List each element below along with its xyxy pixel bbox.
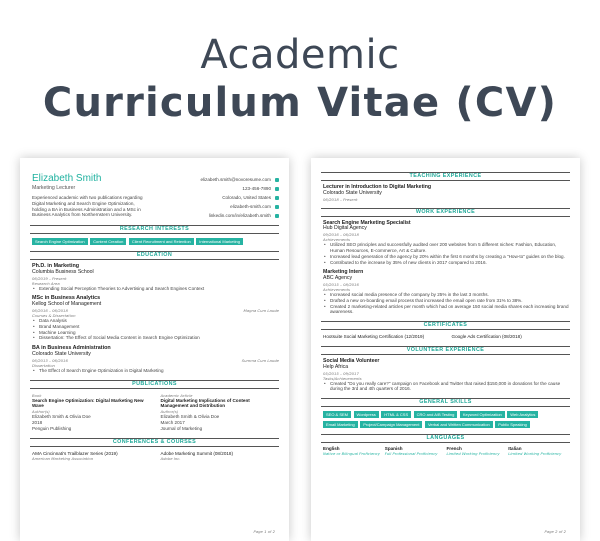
cv-page-1: Elizabeth Smith Marketing Lecturer Exper…	[20, 158, 289, 541]
bullet: Utilized SEO principles and successfully…	[323, 242, 570, 254]
tag: HTML & CSS	[381, 411, 412, 419]
language-item: Italian Limited Working Proficiency	[508, 445, 562, 457]
page-number: Page 1 of 2	[253, 529, 275, 534]
section-research: RESEARCH INTERESTS	[30, 225, 279, 234]
contact-phone[interactable]: 123-456-7890	[169, 184, 279, 193]
language-item: English Native or Bilingual Proficiency	[323, 445, 381, 457]
web-icon	[275, 204, 279, 209]
cv-name: Elizabeth Smith	[32, 173, 102, 184]
section-conferences: CONFERENCES & COURSES	[30, 437, 279, 447]
publication-item: Academic Article Digital Marketing Impli…	[160, 392, 250, 431]
heading-line-2: Curriculum Vitae (CV)	[42, 80, 558, 126]
section-certificates: CERTIFICATES	[321, 321, 570, 331]
page-heading: Academic Curriculum Vitae (CV)	[0, 32, 600, 128]
phone-icon	[275, 186, 279, 191]
contact-email[interactable]: elizabeth.smith@novoresume.com	[169, 175, 279, 184]
tag: Verbal and Written Communication	[424, 420, 493, 428]
tag: CRO and A/B Testing	[413, 411, 458, 419]
tag: Content Creation	[90, 238, 127, 245]
honor: Magna Cum Laude	[243, 307, 279, 313]
volunteer-item: Social Media Volunteer Help Africa 05/20…	[323, 358, 570, 393]
bullet: The Effect of Search Engine Optimization…	[32, 368, 279, 374]
mail-icon	[275, 177, 279, 182]
bullet: Dissertation: The Effect of Social Media…	[32, 335, 279, 341]
section-languages: LANGUAGES	[321, 433, 570, 443]
language-item: Spanish Full Professional Proficiency	[384, 445, 438, 457]
certificate-item: Google Ads Certification (08/2018)	[451, 334, 522, 340]
cv-page-2: TEACHING EXPERIENCE Lecturer in Introduc…	[311, 158, 580, 541]
bullet: Created "Do you really care?" campaign o…	[323, 381, 570, 393]
tag: SEO & SEM	[323, 411, 352, 419]
tag: Public Speaking	[495, 420, 530, 428]
research-tags: Search Engine Optimization Content Creat…	[32, 238, 279, 245]
location-icon	[275, 195, 279, 200]
work-list: Search Engine Marketing Specialist Hub D…	[323, 220, 570, 316]
section-work: WORK EXPERIENCE	[321, 207, 570, 217]
tag: Project/Campaign Management	[360, 420, 423, 428]
section-education: EDUCATION	[30, 251, 279, 260]
certificates-list: Hootsuite Social Marketing Certification…	[323, 334, 570, 340]
section-publications: PUBLICATIONS	[30, 379, 279, 389]
cv-summary: Experienced academic with two publicatio…	[32, 195, 143, 218]
cv-role: Marketing Lecturer	[32, 185, 76, 191]
education-item: BA in Business Administration Colorado S…	[32, 345, 279, 374]
education-item: MSc in Business Analytics Kellog School …	[32, 296, 279, 341]
bullet: Contributed to the increase by 35% of ne…	[323, 260, 570, 266]
tag: Email Marketing	[323, 420, 358, 428]
education-list: Ph.D. in Marketing Columbia Business Sch…	[32, 263, 279, 374]
education-item: Ph.D. in Marketing Columbia Business Sch…	[32, 263, 279, 292]
tag: Web Analytics	[507, 411, 539, 419]
languages-list: English Native or Bilingual Proficiency S…	[323, 446, 570, 457]
teaching-item: Lecturer in Introduction to Digital Mark…	[323, 184, 432, 202]
conference-item: Adobe Marketing Summit (08/2018) Adobe I…	[160, 450, 234, 462]
cv-header: Elizabeth Smith Marketing Lecturer Exper…	[20, 158, 289, 220]
contact-list: elizabeth.smith@novoresume.com 123-456-7…	[169, 175, 279, 220]
tag: Client Recruitment and Retention	[128, 238, 194, 245]
tag: Search Engine Optimization	[32, 238, 88, 245]
tag: Wordpress	[353, 411, 379, 419]
linkedin-icon	[275, 213, 279, 218]
section-skills: GENERAL SKILLS	[321, 398, 570, 408]
page-number: Page 2 of 2	[544, 529, 566, 534]
conference-item: AMA Cincinnati's Trailblazer Series (201…	[32, 450, 118, 462]
section-teaching: TEACHING EXPERIENCE	[321, 172, 570, 181]
certificate-item: Hootsuite Social Marketing Certification…	[323, 334, 425, 340]
contact-location: Colorado, United States	[169, 193, 279, 202]
contact-linkedin[interactable]: linkedin.com/in/elizabeth.smith	[169, 211, 279, 220]
work-item: Marketing Intern ABC Agency 05/2015 – 08…	[323, 270, 570, 315]
publication-item: Book Search Engine Optimization: Digital…	[32, 392, 144, 431]
work-item: Search Engine Marketing Specialist Hub D…	[323, 220, 570, 266]
conferences-list: AMA Cincinnati's Trailblazer Series (201…	[32, 451, 279, 462]
tag: International Marketing	[196, 238, 243, 245]
section-volunteer: VOLUNTEER EXPERIENCE	[321, 345, 570, 355]
skill-tags: SEO & SEM Wordpress HTML & CSS CRO and A…	[323, 411, 570, 428]
tag: Keyword Optimization	[459, 411, 505, 419]
contact-website[interactable]: elizabeth-smith.com	[169, 202, 279, 211]
publications-list: Book Search Engine Optimization: Digital…	[32, 393, 279, 432]
bullet: Created 2 marketing-related articles per…	[323, 304, 570, 316]
bullet: Extending Social Perception Theories to …	[32, 286, 279, 292]
language-item: French Limited Working Proficiency	[446, 445, 500, 457]
heading-line-1: Academic	[200, 32, 400, 78]
honor: Summa Cum Laude	[241, 357, 279, 363]
